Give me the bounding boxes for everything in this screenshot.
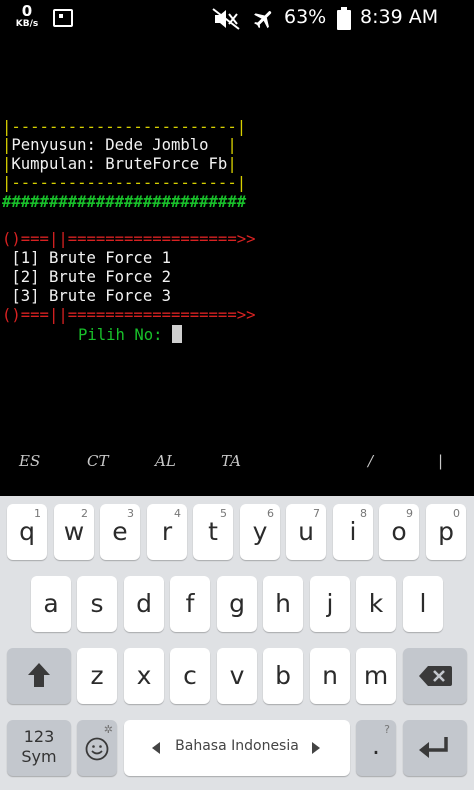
key-k[interactable]: k (356, 576, 396, 632)
menu-separator-top: ()===||==================>> (2, 230, 256, 248)
key-n[interactable]: n (310, 648, 350, 704)
collection-line: |Kumpulan: BruteForce Fb| (2, 155, 237, 173)
key-w[interactable]: 2w (54, 504, 94, 560)
backspace-key[interactable] (403, 648, 467, 704)
key-c[interactable]: c (170, 648, 210, 704)
mute-icon (212, 8, 240, 30)
clock: 8:39 AM (360, 6, 439, 28)
screen-icon (53, 9, 73, 27)
box-border-bottom: |------------------------| (2, 174, 247, 192)
shift-key[interactable] (7, 648, 71, 704)
symbols-key[interactable]: 123 Sym (7, 720, 71, 776)
extra-key-pipe[interactable]: | (438, 452, 443, 470)
key-e[interactable]: 3e (100, 504, 140, 560)
key-m[interactable]: m (356, 648, 396, 704)
key-v[interactable]: v (217, 648, 257, 704)
terminal-view[interactable]: |------------------------| |Penyusun: De… (0, 38, 474, 496)
key-i[interactable]: 8i (333, 504, 373, 560)
soft-keyboard: 1q 2w 3e 4r 5t 6y 7u 8i 9o 0p a s d f g … (0, 496, 474, 790)
key-f[interactable]: f (170, 576, 210, 632)
key-b[interactable]: b (263, 648, 303, 704)
enter-icon (419, 737, 448, 758)
prompt-text: Pilih No: (78, 326, 172, 344)
key-p[interactable]: 0p (426, 504, 466, 560)
key-r[interactable]: 4r (147, 504, 187, 560)
extra-keys-row: ES CT AL TA / | (0, 448, 474, 496)
collection-text: Kumpulan: BruteForce Fb (11, 155, 228, 173)
key-x[interactable]: x (124, 648, 164, 704)
menu-separator-bottom: ()===||==================>> (2, 306, 256, 324)
key-o[interactable]: 9o (379, 504, 419, 560)
network-speed-value: 0 (21, 2, 33, 20)
key-q[interactable]: 1q (7, 504, 47, 560)
space-bar[interactable]: Bahasa Indonesia (124, 720, 350, 776)
network-speed-unit: KB/s (15, 19, 39, 29)
key-u[interactable]: 7u (286, 504, 326, 560)
key-z[interactable]: z (77, 648, 117, 704)
extra-key-esc[interactable]: ES (19, 452, 40, 470)
period-key[interactable]: ? . (356, 720, 396, 776)
author-text: Penyusun: Dede Jomblo (11, 136, 228, 154)
prompt-line[interactable]: Pilih No: (78, 325, 182, 345)
menu-option-1: [1] Brute Force 1 (2, 249, 171, 267)
extra-key-ctrl[interactable]: CT (87, 452, 108, 470)
key-j[interactable]: j (310, 576, 350, 632)
network-speed-indicator: 0 KB/s (14, 4, 40, 29)
shift-icon (28, 663, 50, 687)
enter-key[interactable] (403, 720, 467, 776)
key-l[interactable]: l (403, 576, 443, 632)
extra-key-alt[interactable]: AL (155, 452, 176, 470)
key-s[interactable]: s (77, 576, 117, 632)
extra-key-tab[interactable]: TA (221, 452, 241, 470)
status-bar: 0 KB/s 63% 8:39 AM (0, 0, 474, 38)
box-border-top: |------------------------| (2, 118, 247, 136)
text-cursor (171, 325, 182, 343)
chevron-right-icon (312, 742, 320, 754)
airplane-icon (254, 11, 272, 29)
key-a[interactable]: a (31, 576, 71, 632)
key-t[interactable]: 5t (193, 504, 233, 560)
menu-option-3: [3] Brute Force 3 (2, 287, 171, 305)
backspace-icon (419, 666, 452, 686)
battery-icon (337, 7, 351, 30)
battery-percentage: 63% (284, 6, 327, 28)
key-d[interactable]: d (124, 576, 164, 632)
extra-key-slash[interactable]: / (368, 452, 373, 470)
author-line: |Penyusun: Dede Jomblo | (2, 136, 237, 154)
key-h[interactable]: h (263, 576, 303, 632)
menu-option-2: [2] Brute Force 2 (2, 268, 171, 286)
key-y[interactable]: 6y (240, 504, 280, 560)
emoji-icon (85, 737, 109, 761)
key-g[interactable]: g (217, 576, 257, 632)
hash-separator: ########################## (2, 193, 247, 211)
emoji-key[interactable]: ✲ (77, 720, 117, 776)
